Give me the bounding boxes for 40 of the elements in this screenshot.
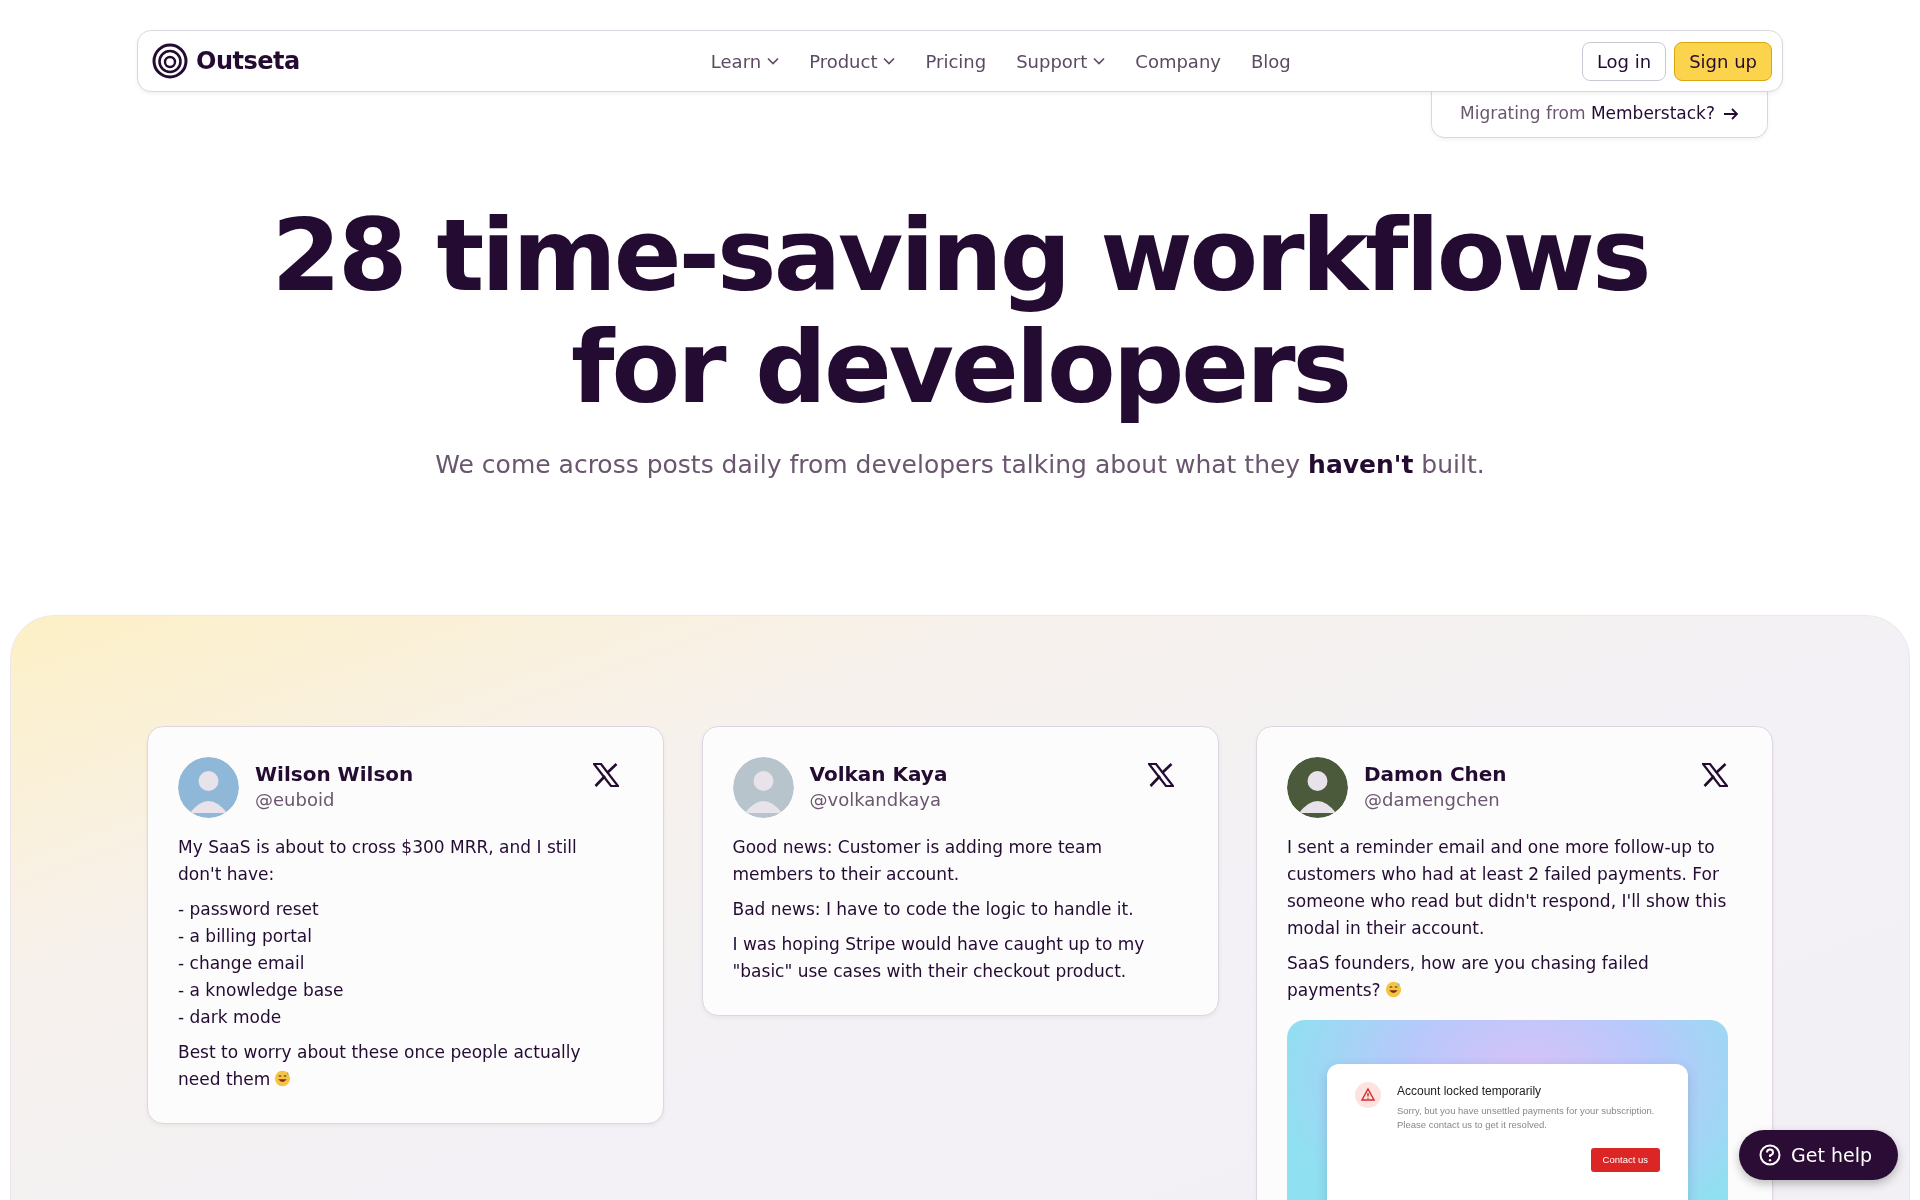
tweet-text: SaaS founders, how are you chasing failed payments? xyxy=(1287,952,1650,1002)
x-logo-icon[interactable] xyxy=(1147,763,1174,787)
tweet-text: I sent a reminder email and one more follow-up to customers who had at least 2 failed payments. For someone who read but didn't respond, I'll show this modal in their account. xyxy=(1287,836,1728,940)
nav-link[interactable]: Blog xyxy=(1250,47,1291,75)
nav-link[interactable]: Support xyxy=(1016,47,1106,75)
author-name: Damon Chen xyxy=(1364,761,1508,787)
modal-message: Sorry, but you have unsettled payments for your subscription. Please contact us to get it resolved. xyxy=(1397,1104,1656,1132)
avatar-silhouette-icon xyxy=(732,757,794,818)
hero-subtitle: We come across posts daily from developers talking about what they haven't built. xyxy=(434,448,1486,481)
avatar-silhouette-icon xyxy=(1287,757,1348,818)
warning-icon xyxy=(1355,1082,1381,1108)
signup-button[interactable]: Sign up xyxy=(1674,41,1772,81)
tweet-text: Bad news: I have to code the logic to handle it. xyxy=(732,898,1135,921)
tweet-text: My SaaS is about to cross $300 MRR, and I still don't have: xyxy=(178,836,578,886)
help-button[interactable]: Get help xyxy=(1739,1129,1898,1180)
x-logo-icon[interactable] xyxy=(1702,763,1728,787)
tweet-text: Good news: Customer is adding more team members to their account. xyxy=(732,836,1103,886)
nav-link[interactable]: Learn xyxy=(710,47,780,75)
question-circle-icon xyxy=(1759,1143,1781,1166)
arrow-right-icon xyxy=(1723,106,1739,121)
nav-link[interactable]: Company xyxy=(1135,47,1221,75)
modal-title: Account locked temporarily xyxy=(1397,1083,1543,1100)
logo-link[interactable]: Outseta xyxy=(152,43,300,79)
login-button[interactable]: Log in xyxy=(1581,41,1667,81)
author-name: Volkan Kaya xyxy=(809,761,949,787)
tweet-text: Best to worry about these once people actually need them xyxy=(178,1041,582,1091)
author-handle: @euboid xyxy=(255,788,336,812)
x-logo-icon[interactable] xyxy=(593,763,619,787)
nav-link[interactable]: Product xyxy=(809,47,896,75)
hero-heading: 28 time-saving workflows for developers xyxy=(270,199,1650,428)
spiral-logo-icon xyxy=(152,43,188,79)
author-handle: @damengchen xyxy=(1364,788,1501,812)
author-handle: @volkandkaya xyxy=(809,788,942,812)
tweet-text: I was hoping Stripe would have caught up to my "basic" use cases with their checkout product. xyxy=(732,933,1146,983)
avatar-silhouette-icon xyxy=(178,757,239,818)
contact-button[interactable]: Contact us xyxy=(1590,1148,1660,1173)
tweet-text: - password reset - a billing portal - change email - a knowledge base - dark mode xyxy=(178,898,345,1029)
author-name: Wilson Wilson xyxy=(255,761,415,787)
nav-link[interactable]: Pricing xyxy=(925,47,987,75)
migration-link[interactable]: Migrating from Memberstack? xyxy=(1431,91,1768,138)
